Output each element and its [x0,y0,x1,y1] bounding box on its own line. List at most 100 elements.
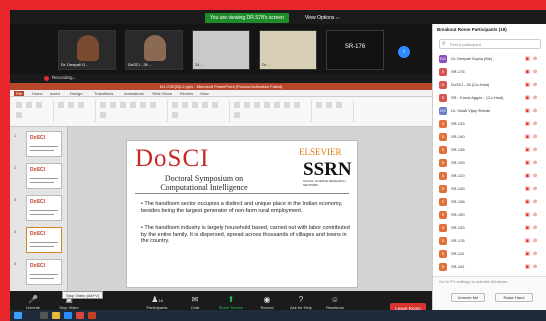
participant-row[interactable]: S SR - Kunal Aggar... (Co-Host) ▣ ⊘ [433,92,546,105]
video-off-icon: ▣ [525,186,530,192]
participant-row[interactable]: S SR-153 ▣ ⊘ [433,222,546,235]
active-speaker-tile[interactable]: SR-176 [326,30,384,70]
participant-row[interactable]: DG Dr. Deepali Gupta (Me) ▣ ⊘ [433,53,546,66]
muted-icon: ⊘ [533,238,538,244]
chrome-icon[interactable] [76,312,84,319]
slide-thumbnail[interactable]: DoSCI [26,131,62,157]
video-off-icon: ▣ [525,69,530,75]
avatar: DS [439,107,447,115]
participant-name: SR-153 [451,225,465,230]
next-page-button[interactable]: › [398,46,410,58]
tab-transitions[interactable]: Transitions [94,91,113,96]
avatar: S [439,250,447,258]
video-off-icon: ▣ [525,134,530,140]
participant-row[interactable]: S SR-130 ▣ ⊘ [433,183,546,196]
unmute-me-button[interactable]: Unmute Me [451,293,485,302]
avatar: S [439,172,447,180]
recording-bar: Recording... [10,74,432,83]
participant-row[interactable]: DS Dr. Swati Vijay Shinde ▣ ⊘ [433,105,546,118]
slide-number: 5 [14,261,17,266]
tile-name: Dr. Deepali G... [61,62,89,67]
participant-name: SR - Kunal Aggar... (Co-Host) [451,95,504,100]
participant-name: SR-176 [451,69,465,74]
search-icon[interactable] [40,312,48,319]
tab-slide-show[interactable]: Slide Show [152,91,172,96]
participant-row[interactable]: S SR-176 ▣ ⊘ [433,235,546,248]
tab-design[interactable]: Design [70,91,82,96]
shared-screen: M1-CSE(B)L2.pptx - Microsoft PowerPoint … [10,83,432,291]
participant-name: DoSCI - 26 (Co-Host) [451,82,490,87]
participant-row[interactable]: D DoSCI - 26 (Co-Host) ▣ ⊘ [433,79,546,92]
muted-icon: ⊘ [533,56,538,62]
tab-insert[interactable]: Insert [50,91,60,96]
participant-row[interactable]: S SR-158 ▣ ⊘ [433,196,546,209]
participant-row[interactable]: S SR-133 ▣ ⊘ [433,118,546,131]
top-bar: You are viewing DR.S78's screen View Opt… [10,10,432,24]
participant-row[interactable]: S SR-120 ▣ ⊘ [433,170,546,183]
video-off-icon: ▣ [525,225,530,231]
participant-name: SR-120 [451,173,465,178]
video-tile[interactable]: Dr. ... [259,30,317,70]
ribbon-group-editing[interactable] [314,100,354,122]
raise-hand-button[interactable]: Raise Hand [495,293,533,302]
ribbon-group-clipboard[interactable] [14,100,54,122]
tab-view[interactable]: View [200,91,209,96]
view-options-button[interactable]: View Options ⌵ [300,13,345,23]
slide-thumbnail[interactable]: DoSCI [26,163,62,189]
divider [135,193,349,194]
tile-label: SR-176 [344,44,366,50]
avatar: S [439,185,447,193]
muted-icon: ⊘ [533,108,538,114]
participant-row[interactable]: S SR-140 ▣ ⊘ [433,131,546,144]
avatar: S [439,159,447,167]
participant-row[interactable]: S SR-112 ▣ ⊘ [433,248,546,261]
participant-row[interactable]: S SR-176 ▣ ⊘ [433,66,546,79]
participant-name: SR-150 [451,212,465,217]
avatar: S [439,263,447,271]
smiley-icon: ☺ [330,295,340,304]
avatar: S [439,120,447,128]
folder-icon[interactable] [52,312,60,319]
muted-icon: ⊘ [533,121,538,127]
ribbon-group-slides[interactable] [56,100,96,122]
dosci-logo: DoSCI [135,145,210,172]
muted-icon: ⊘ [533,186,538,192]
ppt-tabs: File Home Insert Design Transitions Anim… [10,90,432,97]
muted-icon: ⊘ [533,82,538,88]
powerpoint-icon[interactable] [88,312,96,319]
tile-name: Dr. ... [262,62,272,67]
avatar: S [439,94,447,102]
participant-row[interactable]: S SR-151 ▣ ⊘ [433,261,546,274]
recording-label: Recording... [52,75,77,80]
zoom-icon[interactable] [64,312,72,319]
ssrn-tagline: SOCIAL SCIENCE RESEARCH NETWORK [303,179,346,187]
video-off-icon: ▣ [525,82,530,88]
ssrn-logo: SSRN [303,159,352,180]
tab-animations[interactable]: Animations [124,91,144,96]
slide-thumbnail[interactable]: DoSCI [26,259,62,285]
ribbon-group-font[interactable] [98,100,168,122]
muted-icon: ⊘ [533,264,538,270]
participant-row[interactable]: S SR-103 ▣ ⊘ [433,157,546,170]
tab-home[interactable]: Home [32,91,43,96]
tile-name: 24 ... [195,62,204,67]
video-tile[interactable]: 24 ... [192,30,250,70]
current-slide[interactable]: DoSCI Doctoral Symposium on Computationa… [126,140,358,288]
participant-name: Dr. Deepali Gupta (Me) [451,56,493,61]
participant-row[interactable]: S SR-135 ▣ ⊘ [433,144,546,157]
avatar: S [439,237,447,245]
video-off-icon: ▣ [525,199,530,205]
slide-thumbnail[interactable]: DoSCI [26,195,62,221]
slide-number: 3 [14,197,17,202]
participant-search-input[interactable]: ⚲ Find a participant [439,39,541,49]
ribbon-group-paragraph[interactable] [170,100,230,122]
slide-thumbnail-selected[interactable]: DoSCI [26,227,62,253]
tab-file[interactable]: File [14,91,25,96]
windows-start-icon[interactable] [14,312,22,319]
participant-row[interactable]: S SR-150 ▣ ⊘ [433,209,546,222]
video-tile[interactable]: DoSCI - 26 ... [125,30,183,70]
video-tile[interactable]: Dr. Deepali G... [58,30,116,70]
muted-icon: ⊘ [533,173,538,179]
ribbon-group-drawing[interactable] [232,100,312,122]
tab-review[interactable]: Review [180,91,193,96]
